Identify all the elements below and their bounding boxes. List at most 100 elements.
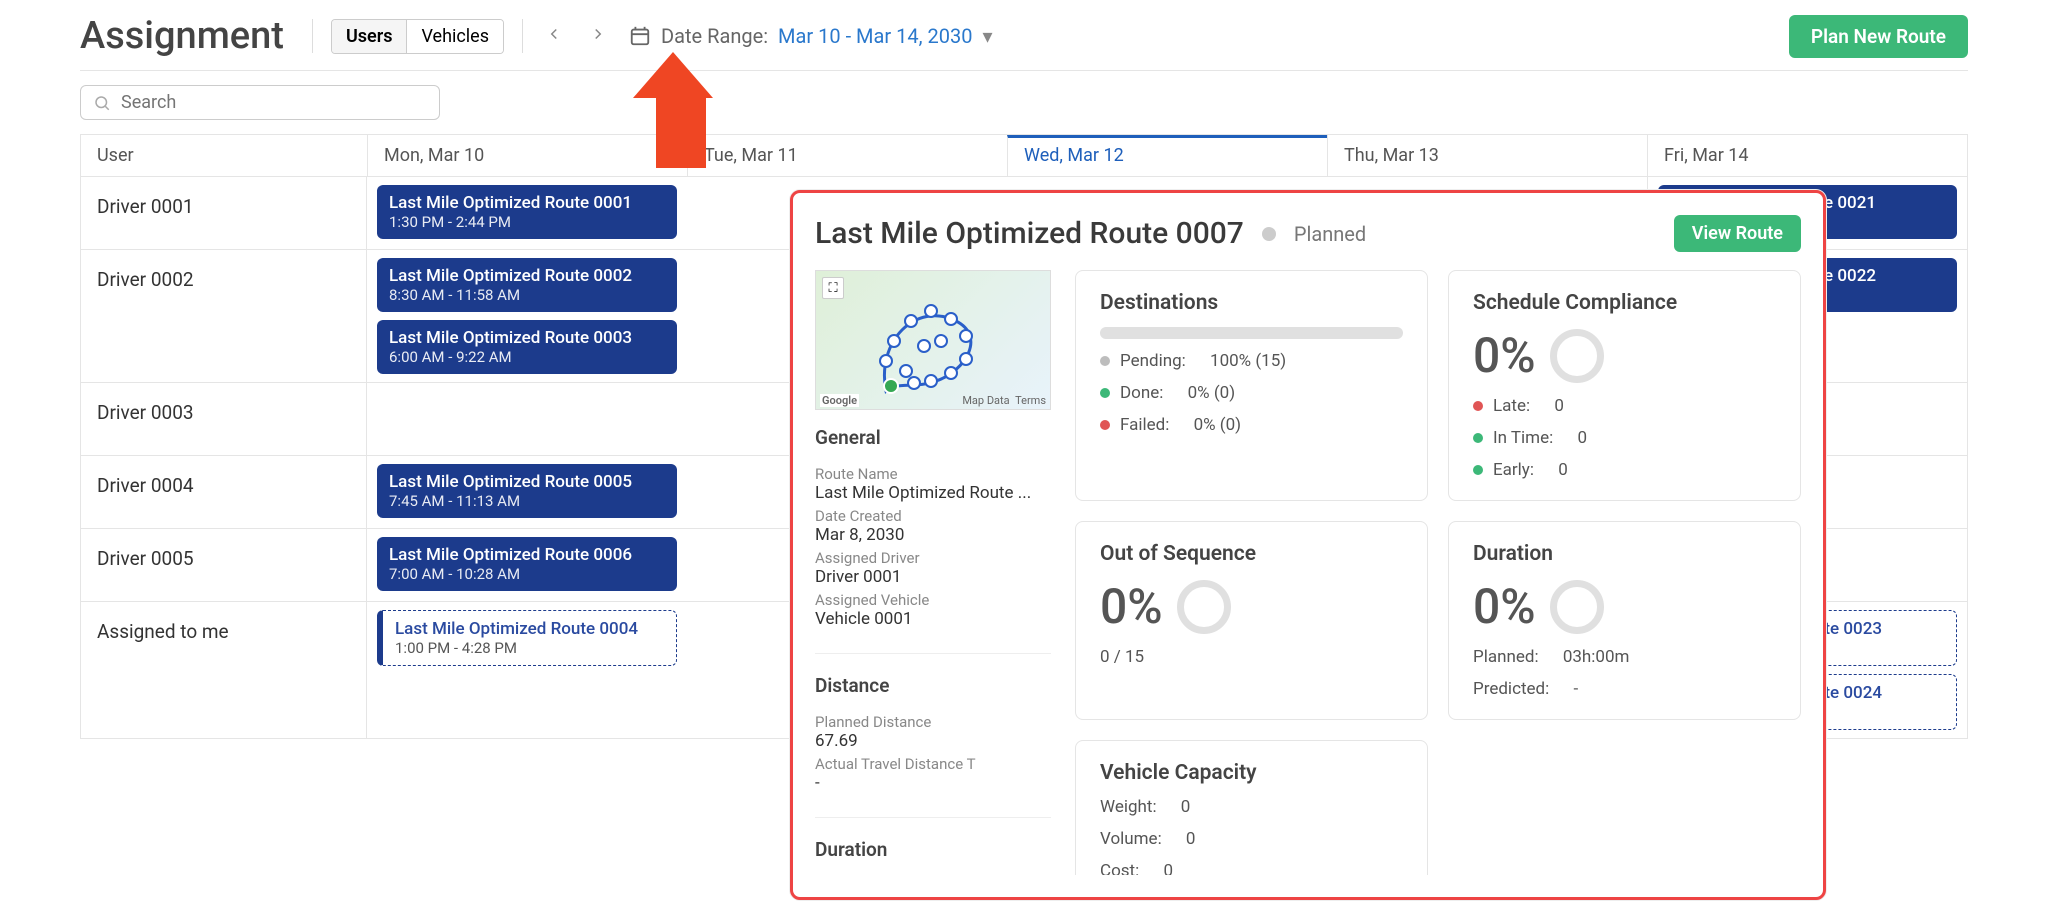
map-terms-link[interactable]: Terms xyxy=(1015,394,1046,407)
label-early: Early: xyxy=(1493,460,1534,480)
chevron-right-icon xyxy=(589,25,607,43)
detail-header: Last Mile Optimized Route 0007 Planned V… xyxy=(815,215,1801,252)
plan-new-route-button[interactable]: Plan New Route xyxy=(1789,15,1968,58)
user-cell[interactable]: Driver 0002 xyxy=(81,250,367,382)
day-lane: Last Mile Optimized Route 0004 1:00 PM -… xyxy=(367,602,687,738)
detail-title: Last Mile Optimized Route 0007 xyxy=(815,216,1244,251)
label-volume: Volume: xyxy=(1100,829,1162,849)
value-planned-duration: 03h:00m xyxy=(1563,647,1630,667)
view-toggle: Users Vehicles xyxy=(331,19,504,54)
general-heading: General xyxy=(815,426,1051,449)
label-actual-distance: Actual Travel Distance T xyxy=(815,755,1051,773)
route-card[interactable]: Last Mile Optimized Route 0002 8:30 AM -… xyxy=(377,258,677,312)
value-late: 0 xyxy=(1554,396,1564,416)
value-route-name: Last Mile Optimized Route ... xyxy=(815,483,1051,503)
value-early: 0 xyxy=(1558,460,1568,480)
card-title: Schedule Compliance xyxy=(1473,291,1776,315)
user-cell[interactable]: Driver 0005 xyxy=(81,529,367,601)
next-week-button[interactable] xyxy=(585,21,611,51)
dot-grey-icon xyxy=(1100,356,1110,366)
value-assigned-driver: Driver 0001 xyxy=(815,567,1051,587)
date-range-picker[interactable]: Date Range: Mar 10 - Mar 14, 2030 ▾ xyxy=(629,24,993,48)
card-destinations: Destinations Pending: 100% (15) Done: 0%… xyxy=(1075,270,1428,501)
route-card-dashed[interactable]: Last Mile Optimized Route 0004 1:00 PM -… xyxy=(377,610,677,666)
status-text: Planned xyxy=(1294,222,1366,246)
day-lane: Last Mile Optimized Route 0002 8:30 AM -… xyxy=(367,250,687,382)
label-weight: Weight: xyxy=(1100,797,1157,817)
detail-left-column: ⛶ Google Map Dat xyxy=(815,270,1055,875)
card-out-of-sequence: Out of Sequence 0% 0 / 15 xyxy=(1075,521,1428,720)
chevron-down-icon: ▾ xyxy=(982,24,992,48)
route-name: Last Mile Optimized Route 0003 xyxy=(389,328,665,348)
route-card[interactable]: Last Mile Optimized Route 0006 7:00 AM -… xyxy=(377,537,677,591)
card-vehicle-capacity: Vehicle Capacity Weight: 0 Volume: 0 Cos… xyxy=(1075,740,1428,875)
route-name: Last Mile Optimized Route 0004 xyxy=(395,619,664,639)
label-failed: Failed: xyxy=(1120,415,1169,435)
route-card[interactable]: Last Mile Optimized Route 0005 7:45 AM -… xyxy=(377,464,677,518)
label-assigned-vehicle: Assigned Vehicle xyxy=(815,591,1051,609)
search-box[interactable] xyxy=(80,85,440,120)
search-input[interactable] xyxy=(121,92,427,113)
divider xyxy=(522,19,523,53)
route-detail-popover: Last Mile Optimized Route 0007 Planned V… xyxy=(790,190,1826,900)
route-card[interactable]: Last Mile Optimized Route 0003 6:00 AM -… xyxy=(377,320,677,374)
column-day-1[interactable]: Tue, Mar 11 xyxy=(687,135,1007,176)
day-lane: Last Mile Optimized Route 0001 1:30 PM -… xyxy=(367,177,687,249)
value-done: 0% (0) xyxy=(1188,383,1236,403)
chevron-left-icon xyxy=(545,25,563,43)
header-bar: Assignment Users Vehicles Date Range: Ma… xyxy=(80,0,1968,71)
prev-week-button[interactable] xyxy=(541,21,567,51)
label-pending: Pending: xyxy=(1120,351,1186,371)
progress-ring-icon xyxy=(1177,580,1231,634)
route-time: 7:00 AM - 10:28 AM xyxy=(389,565,665,583)
oos-pct: 0% xyxy=(1100,578,1163,635)
column-day-2[interactable]: Wed, Mar 12 xyxy=(1007,135,1327,176)
search-icon xyxy=(93,94,111,112)
value-actual-distance: - xyxy=(815,773,1051,793)
map-data-link[interactable]: Map Data xyxy=(962,394,1009,407)
column-day-3[interactable]: Thu, Mar 13 xyxy=(1327,135,1647,176)
route-time: 7:45 AM - 11:13 AM xyxy=(389,492,665,510)
label-late: Late: xyxy=(1493,396,1530,416)
map-route-svg xyxy=(816,271,1055,411)
column-day-4[interactable]: Fri, Mar 14 xyxy=(1647,135,1967,176)
oos-ratio: 0 / 15 xyxy=(1100,647,1144,667)
label-done: Done: xyxy=(1120,383,1163,403)
route-map[interactable]: ⛶ Google Map Dat xyxy=(815,270,1051,410)
toolbar xyxy=(80,71,1968,134)
label-assigned-driver: Assigned Driver xyxy=(815,549,1051,567)
value-planned-distance: 67.69 xyxy=(815,731,1051,751)
view-route-button[interactable]: View Route xyxy=(1674,215,1801,252)
route-name: Last Mile Optimized Route 0002 xyxy=(389,266,665,286)
user-cell[interactable]: Driver 0004 xyxy=(81,456,367,528)
tab-users[interactable]: Users xyxy=(332,20,407,53)
card-duration: Duration 0% Planned: 03h:00m Predicted: … xyxy=(1448,521,1801,720)
value-volume: 0 xyxy=(1186,829,1196,849)
duration-heading: Duration xyxy=(815,838,1051,861)
tab-vehicles[interactable]: Vehicles xyxy=(406,20,503,53)
divider xyxy=(312,19,313,53)
route-card[interactable]: Last Mile Optimized Route 0001 1:30 PM -… xyxy=(377,185,677,239)
value-assigned-vehicle: Vehicle 0001 xyxy=(815,609,1051,629)
label-route-name: Route Name xyxy=(815,465,1051,483)
card-title: Vehicle Capacity xyxy=(1100,761,1403,785)
column-day-0[interactable]: Mon, Mar 10 xyxy=(367,135,687,176)
route-name: Last Mile Optimized Route 0006 xyxy=(389,545,665,565)
progress-ring-icon xyxy=(1550,329,1604,383)
divider xyxy=(815,817,1051,818)
label-planned-distance: Planned Distance xyxy=(815,713,1051,731)
user-cell[interactable]: Driver 0003 xyxy=(81,383,367,455)
value-weight: 0 xyxy=(1181,797,1191,817)
dot-green-icon xyxy=(1100,388,1110,398)
user-cell[interactable]: Assigned to me xyxy=(81,602,367,738)
grid-header: User Mon, Mar 10 Tue, Mar 11 Wed, Mar 12… xyxy=(81,135,1967,177)
route-time: 8:30 AM - 11:58 AM xyxy=(389,286,665,304)
route-time: 1:00 PM - 4:28 PM xyxy=(395,639,664,657)
divider xyxy=(815,653,1051,654)
value-failed: 0% (0) xyxy=(1194,415,1242,435)
user-cell[interactable]: Driver 0001 xyxy=(81,177,367,249)
card-title: Destinations xyxy=(1100,291,1403,315)
dot-red-icon xyxy=(1473,401,1483,411)
schedule-pct: 0% xyxy=(1473,327,1536,384)
date-range-label: Date Range: xyxy=(661,24,768,48)
